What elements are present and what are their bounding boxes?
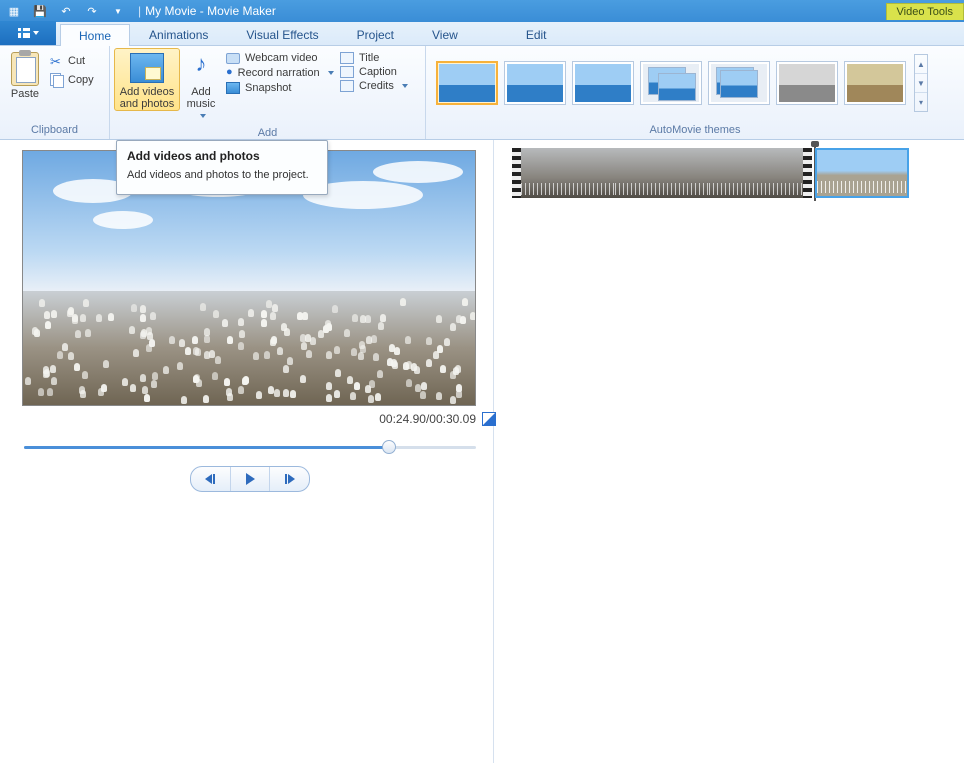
copy-icon <box>50 73 64 87</box>
add-videos-icon <box>130 53 164 83</box>
microphone-icon: ● <box>226 66 233 80</box>
paste-button[interactable]: Paste <box>4 48 46 100</box>
tab-view[interactable]: View <box>413 23 477 45</box>
tooltip-body: Add videos and photos to the project. <box>127 168 317 182</box>
theme-thumb-7[interactable] <box>844 61 906 105</box>
film-edge-icon <box>803 148 812 198</box>
theme-thumb-1[interactable] <box>436 61 498 105</box>
timeline-clip-4[interactable] <box>815 148 909 198</box>
work-area: 00:24.90/00:30.09 <box>0 140 964 763</box>
qat-save-icon[interactable]: 💾 <box>30 2 50 20</box>
timeline-clip-2[interactable] <box>615 148 709 198</box>
qat-undo-icon[interactable]: ↶ <box>56 2 76 20</box>
group-add: Add videos and photos ♪ Add music Webcam… <box>110 46 426 139</box>
tooltip-add-videos-photos: Add videos and photos Add videos and pho… <box>116 140 328 195</box>
play-icon <box>246 473 255 485</box>
themes-gallery-scroll[interactable]: ▲▼▾ <box>914 54 928 112</box>
film-edge-icon <box>512 148 521 198</box>
theme-thumb-4[interactable] <box>640 61 702 105</box>
chevron-down-icon <box>328 71 334 75</box>
ribbon-tab-row: Home Animations Visual Effects Project V… <box>0 22 964 46</box>
theme-thumb-6[interactable] <box>776 61 838 105</box>
credits-button[interactable]: Credits <box>340 80 408 92</box>
add-videos-photos-button[interactable]: Add videos and photos <box>114 48 180 111</box>
paste-icon <box>11 52 39 86</box>
title-bar: ▦ 💾 ↶ ↷ ▼ | My Movie - Movie Maker Video… <box>0 0 964 22</box>
cut-button[interactable]: ✂Cut <box>48 53 96 69</box>
gallery-expand-icon[interactable]: ▾ <box>915 93 927 111</box>
theme-thumb-2[interactable] <box>504 61 566 105</box>
group-label-clipboard: Clipboard <box>0 122 109 139</box>
qat-app-icon[interactable]: ▦ <box>4 2 24 20</box>
prev-frame-button[interactable] <box>191 467 231 491</box>
record-narration-button[interactable]: ●Record narration <box>226 66 330 80</box>
credits-icon <box>340 80 354 92</box>
group-automovie-themes: ▲▼▾ AutoMovie themes <box>426 46 964 139</box>
timeline-clip-3[interactable] <box>709 148 803 198</box>
tab-animations[interactable]: Animations <box>130 23 227 45</box>
webcam-video-button[interactable]: Webcam video <box>226 52 330 64</box>
caption-button[interactable]: Caption <box>340 66 408 78</box>
ribbon: Paste ✂Cut Copy Clipboard Add videos and… <box>0 46 964 140</box>
theme-thumb-3[interactable] <box>572 61 634 105</box>
group-label-themes: AutoMovie themes <box>426 122 964 139</box>
tab-project[interactable]: Project <box>338 23 413 45</box>
next-frame-button[interactable] <box>270 467 309 491</box>
preview-time: 00:24.90/00:30.09 <box>379 412 476 426</box>
add-music-button[interactable]: ♪ Add music <box>180 48 222 123</box>
qat-redo-icon[interactable]: ↷ <box>82 2 102 20</box>
caption-icon <box>340 66 354 78</box>
tab-visual-effects[interactable]: Visual Effects <box>227 23 337 45</box>
seek-slider[interactable] <box>24 444 476 450</box>
group-clipboard: Paste ✂Cut Copy Clipboard <box>0 46 110 139</box>
preview-pane: 00:24.90/00:30.09 <box>0 140 494 763</box>
context-tab-header: Video Tools <box>886 3 964 20</box>
chevron-down-icon <box>200 114 206 118</box>
theme-thumb-5[interactable] <box>708 61 770 105</box>
title-icon <box>340 52 354 64</box>
seek-thumb[interactable] <box>382 440 396 454</box>
snapshot-icon <box>226 82 240 94</box>
copy-button[interactable]: Copy <box>48 72 96 88</box>
play-button[interactable] <box>231 467 271 491</box>
webcam-icon <box>226 53 240 64</box>
qat-customize-icon[interactable]: ▼ <box>108 2 128 20</box>
scissors-icon: ✂ <box>50 54 64 68</box>
file-menu-button[interactable] <box>0 21 56 45</box>
tab-home[interactable]: Home <box>60 24 130 46</box>
fullscreen-icon[interactable] <box>482 412 496 426</box>
paste-label: Paste <box>11 88 39 100</box>
music-note-icon: ♪ <box>191 58 211 84</box>
title-button[interactable]: Title <box>340 52 408 64</box>
playback-controls <box>190 466 310 492</box>
chevron-down-icon <box>402 84 408 88</box>
snapshot-button[interactable]: Snapshot <box>226 82 330 94</box>
tab-edit[interactable]: Edit <box>507 23 566 45</box>
tooltip-title: Add videos and photos <box>127 149 317 163</box>
scroll-down-icon[interactable]: ▼ <box>915 74 927 93</box>
window-title: My Movie - Movie Maker <box>141 4 575 18</box>
timeline-clip-1[interactable] <box>521 148 615 198</box>
timeline-strip <box>512 148 964 198</box>
scroll-up-icon[interactable]: ▲ <box>915 55 927 74</box>
quick-access-toolbar: ▦ 💾 ↶ ↷ ▼ <box>4 2 128 20</box>
timeline-pane[interactable] <box>494 140 964 763</box>
